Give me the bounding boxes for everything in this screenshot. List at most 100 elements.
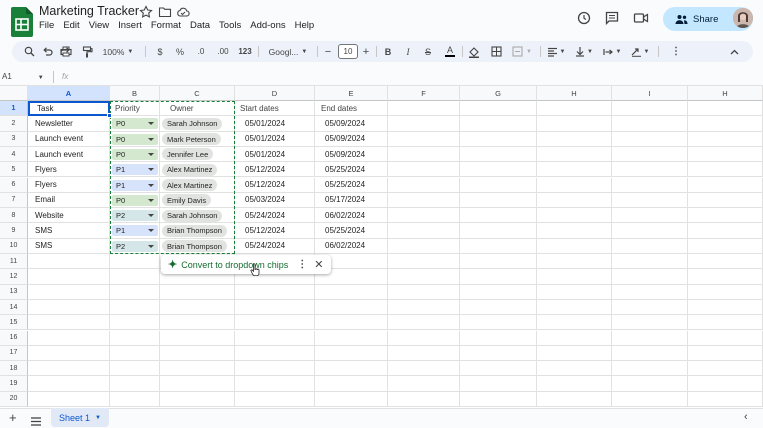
grid-cell[interactable] <box>688 223 763 239</box>
zoom-select[interactable]: 100% ▼ <box>100 44 136 59</box>
grid-cell[interactable] <box>388 101 460 117</box>
spreadsheet-grid[interactable]: A B C D E F G H I H 1 2 3 4 5 6 7 8 9 10 11 12 13 14 15 16 17 18 19 2… <box>0 86 763 408</box>
more-options-icon[interactable]: ⋮ <box>671 44 681 59</box>
task-cell[interactable]: Flyers <box>28 177 110 193</box>
grid-cell[interactable] <box>110 284 160 300</box>
start-date-cell[interactable]: 05/24/2024 <box>235 208 315 224</box>
horizontal-align-icon[interactable]: ▼ <box>545 44 567 59</box>
font-size-input[interactable]: 10 <box>338 44 358 59</box>
row-header[interactable]: 14 <box>0 299 28 316</box>
grid-cell[interactable] <box>612 284 688 300</box>
grid-cell[interactable] <box>460 284 537 300</box>
merge-cells-icon[interactable]: ▼ <box>509 44 535 59</box>
grid-cell[interactable] <box>315 330 388 346</box>
task-cell[interactable]: Email <box>28 192 110 209</box>
version-history-icon[interactable] <box>576 10 592 26</box>
column-header-d[interactable]: D <box>235 86 315 101</box>
grid-cell[interactable] <box>460 162 537 178</box>
grid-cell[interactable] <box>460 146 537 163</box>
task-cell[interactable]: Newsletter <box>28 116 110 132</box>
start-date-cell[interactable]: 05/01/2024 <box>235 131 315 147</box>
grid-cell[interactable] <box>537 162 612 178</box>
grid-cell[interactable] <box>28 284 110 300</box>
grid-cell[interactable] <box>388 131 460 147</box>
row-header[interactable]: 10 <box>0 238 28 254</box>
end-date-cell[interactable]: 05/09/2024 <box>315 146 388 163</box>
decrease-decimal-button[interactable]: .0 <box>194 44 208 59</box>
end-date-cell[interactable]: 05/25/2024 <box>315 177 388 193</box>
grid-cell[interactable] <box>612 299 688 316</box>
grid-cell[interactable] <box>688 238 763 254</box>
grid-cell[interactable] <box>688 269 763 285</box>
grid-cell[interactable] <box>688 254 763 270</box>
grid-cell[interactable] <box>160 330 235 346</box>
grid-cell[interactable] <box>460 192 537 209</box>
task-cell[interactable]: Launch event <box>28 131 110 147</box>
row-header[interactable]: 5 <box>0 162 28 178</box>
scroll-sheets-left-icon[interactable]: ‹ <box>744 411 748 423</box>
grid-cell[interactable] <box>688 361 763 377</box>
menu-data[interactable]: Data <box>190 20 216 31</box>
grid-cell[interactable] <box>537 238 612 254</box>
end-date-cell[interactable]: 05/17/2024 <box>315 192 388 209</box>
grid-cell[interactable] <box>612 391 688 407</box>
column-header-h[interactable]: H <box>688 86 763 101</box>
grid-cell[interactable] <box>537 269 612 285</box>
text-color-button[interactable]: A <box>443 44 457 59</box>
menu-addons[interactable]: Add-ons <box>250 20 291 31</box>
grid-cell[interactable] <box>688 345 763 362</box>
grid-cell[interactable] <box>28 361 110 377</box>
grid-cell[interactable] <box>315 284 388 300</box>
grid-cell[interactable] <box>460 208 537 224</box>
priority-chip[interactable]: P1 <box>112 225 158 237</box>
grid-cell[interactable] <box>460 101 537 117</box>
grid-cell[interactable] <box>460 269 537 285</box>
row-header[interactable]: 13 <box>0 284 28 300</box>
header-owner[interactable]: Owner <box>160 101 235 117</box>
grid-cell[interactable] <box>460 254 537 270</box>
grid-cell[interactable] <box>160 376 235 392</box>
grid-cell[interactable] <box>460 315 537 331</box>
grid-cell[interactable] <box>110 299 160 316</box>
grid-cell[interactable] <box>460 299 537 316</box>
start-date-cell[interactable]: 05/03/2024 <box>235 192 315 209</box>
grid-cell[interactable] <box>537 101 612 117</box>
grid-cell[interactable] <box>612 345 688 362</box>
grid-cell[interactable] <box>612 254 688 270</box>
grid-cell[interactable] <box>460 361 537 377</box>
grid-cell[interactable] <box>160 345 235 362</box>
grid-cell[interactable] <box>612 376 688 392</box>
number-format-button[interactable]: 123 <box>236 44 254 59</box>
grid-cell[interactable] <box>688 315 763 331</box>
sheets-logo-icon[interactable] <box>11 7 33 37</box>
grid-cell[interactable] <box>460 330 537 346</box>
owner-chip[interactable]: Sarah Johnson <box>162 117 223 130</box>
grid-cell[interactable] <box>388 269 460 285</box>
grid-cell[interactable] <box>160 299 235 316</box>
menu-file[interactable]: File <box>39 20 60 31</box>
grid-cell[interactable] <box>688 376 763 392</box>
grid-cell[interactable] <box>28 299 110 316</box>
grid-cell[interactable] <box>388 299 460 316</box>
end-date-cell[interactable]: 05/25/2024 <box>315 223 388 239</box>
grid-cell[interactable] <box>235 376 315 392</box>
grid-cell[interactable] <box>235 330 315 346</box>
row-header[interactable]: 16 <box>0 330 28 346</box>
font-select[interactable]: Googl... ▼ <box>264 44 312 59</box>
grid-cell[interactable] <box>110 315 160 331</box>
grid-cell[interactable] <box>110 361 160 377</box>
grid-cell[interactable] <box>160 284 235 300</box>
grid-cell[interactable] <box>612 208 688 224</box>
grid-cell[interactable] <box>388 116 460 132</box>
header-start[interactable]: Start dates <box>235 101 315 117</box>
row-header[interactable]: 1 <box>0 101 28 117</box>
grid-cell[interactable] <box>612 223 688 239</box>
task-cell[interactable]: SMS <box>28 223 110 239</box>
grid-cell[interactable] <box>110 254 160 270</box>
column-header-a[interactable]: A <box>28 86 110 101</box>
priority-chip[interactable]: P0 <box>112 118 158 130</box>
column-header-c[interactable]: C <box>160 86 235 101</box>
grid-cell[interactable] <box>235 299 315 316</box>
grid-cell[interactable] <box>110 376 160 392</box>
grid-cell[interactable] <box>688 162 763 178</box>
